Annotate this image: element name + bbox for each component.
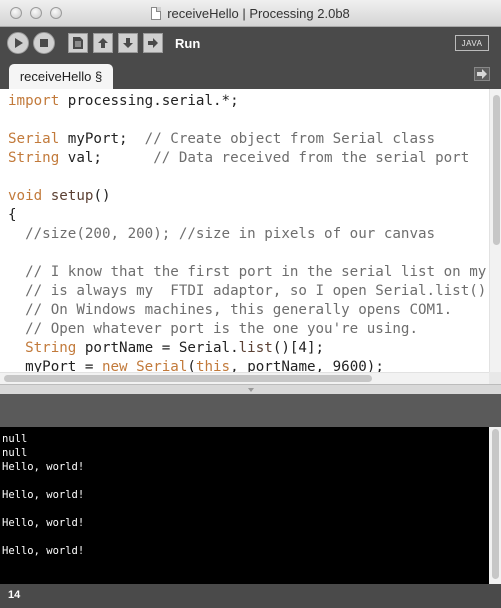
- stop-icon: [40, 39, 48, 47]
- line-number: 14: [8, 589, 21, 601]
- code-line: {: [8, 207, 17, 223]
- title-bar: receiveHello | Processing 2.0b8: [0, 0, 501, 27]
- console-line: Hello, world!: [2, 545, 85, 557]
- console-vertical-scrollbar[interactable]: [489, 427, 501, 584]
- editor-horizontal-scrollbar[interactable]: [0, 372, 489, 384]
- code-line: String val; // Data received from the se…: [8, 150, 470, 166]
- toolbar: Run JAVA: [0, 27, 501, 59]
- open-icon: [98, 38, 108, 48]
- console-line: Hello, world!: [2, 517, 85, 529]
- new-icon: [73, 37, 83, 49]
- window-title: receiveHello | Processing 2.0b8: [167, 6, 350, 21]
- editor-vertical-scroll-thumb[interactable]: [493, 95, 500, 245]
- run-icon: [15, 38, 23, 48]
- code-editor[interactable]: import processing.serial.*; Serial myPor…: [0, 89, 489, 372]
- export-button[interactable]: [143, 33, 163, 53]
- pane-splitter[interactable]: [0, 384, 501, 394]
- editor-vertical-scrollbar[interactable]: [489, 89, 501, 372]
- document-icon: [151, 7, 162, 20]
- new-button[interactable]: [68, 33, 88, 53]
- toolbar-hover-label: Run: [175, 35, 201, 51]
- window-title-area: receiveHello | Processing 2.0b8: [0, 0, 501, 27]
- export-icon: [148, 38, 158, 48]
- tab-receivehello[interactable]: receiveHello §: [9, 64, 113, 89]
- console-line: null: [2, 447, 28, 459]
- message-area: [0, 394, 501, 427]
- console-line: Hello, world!: [2, 461, 85, 473]
- mode-selector[interactable]: JAVA: [455, 35, 489, 51]
- console-line: Hello, world!: [2, 489, 85, 501]
- code-line: myPort = new Serial(this, portName, 9600…: [8, 359, 384, 372]
- console-output[interactable]: null null Hello, world! Hello, world! He…: [0, 427, 489, 584]
- run-button[interactable]: [7, 32, 29, 54]
- console-vertical-scroll-thumb[interactable]: [492, 429, 499, 579]
- code-line: import processing.serial.*;: [8, 93, 239, 109]
- splitter-grip-icon: [247, 387, 254, 392]
- editor-horizontal-scroll-thumb[interactable]: [4, 375, 372, 382]
- status-bar: 14: [0, 584, 501, 608]
- code-line: String portName = Serial.list()[4];: [25, 340, 325, 356]
- save-button[interactable]: [118, 33, 138, 53]
- open-button[interactable]: [93, 33, 113, 53]
- code-line: // is always my FTDI adaptor, so I open …: [8, 283, 489, 299]
- code-line: //size(200, 200); //size in pixels of ou…: [8, 226, 436, 242]
- tab-menu-arrow-icon[interactable]: [474, 67, 490, 81]
- stop-button[interactable]: [33, 32, 55, 54]
- code-line: // I know that the first port in the ser…: [8, 264, 489, 280]
- code-line: // On Windows machines, this generally o…: [8, 302, 453, 318]
- code-line: Serial myPort; // Create object from Ser…: [8, 131, 436, 147]
- tab-bar: receiveHello §: [0, 59, 501, 89]
- code-line: void setup(): [8, 188, 111, 204]
- console-line: null: [2, 433, 28, 445]
- save-icon: [123, 38, 133, 48]
- code-line: // Open whatever port is the one you're …: [8, 321, 418, 337]
